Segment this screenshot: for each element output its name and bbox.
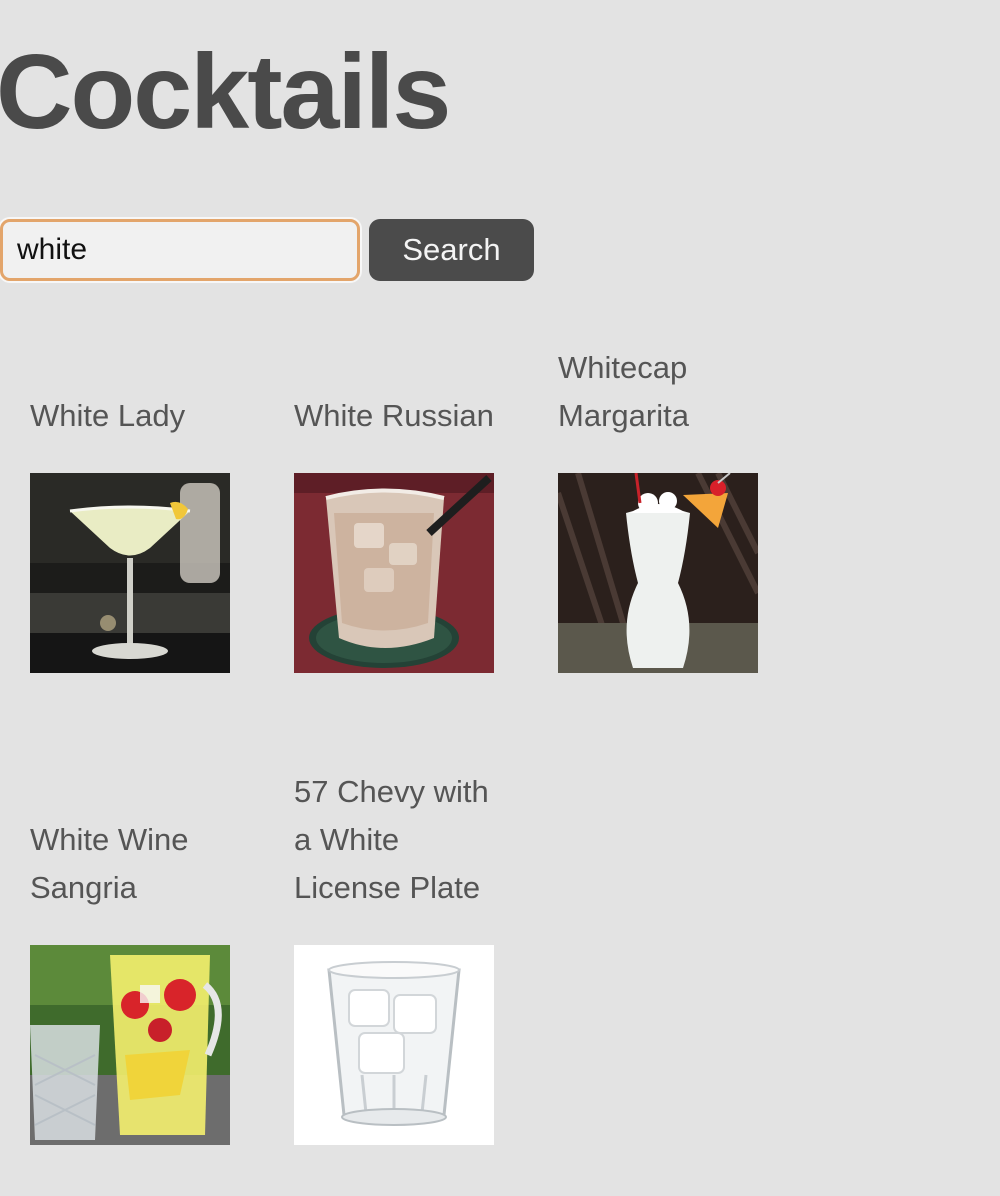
cocktail-name[interactable]: White Wine Sangria bbox=[30, 816, 250, 912]
cocktail-name[interactable]: 57 Chevy with a White License Plate bbox=[294, 768, 514, 912]
cocktail-name[interactable]: Whitecap Margarita bbox=[558, 344, 778, 440]
cocktail-image[interactable] bbox=[558, 473, 758, 673]
cocktail-image[interactable] bbox=[294, 945, 494, 1145]
cocktail-image[interactable] bbox=[30, 945, 230, 1145]
